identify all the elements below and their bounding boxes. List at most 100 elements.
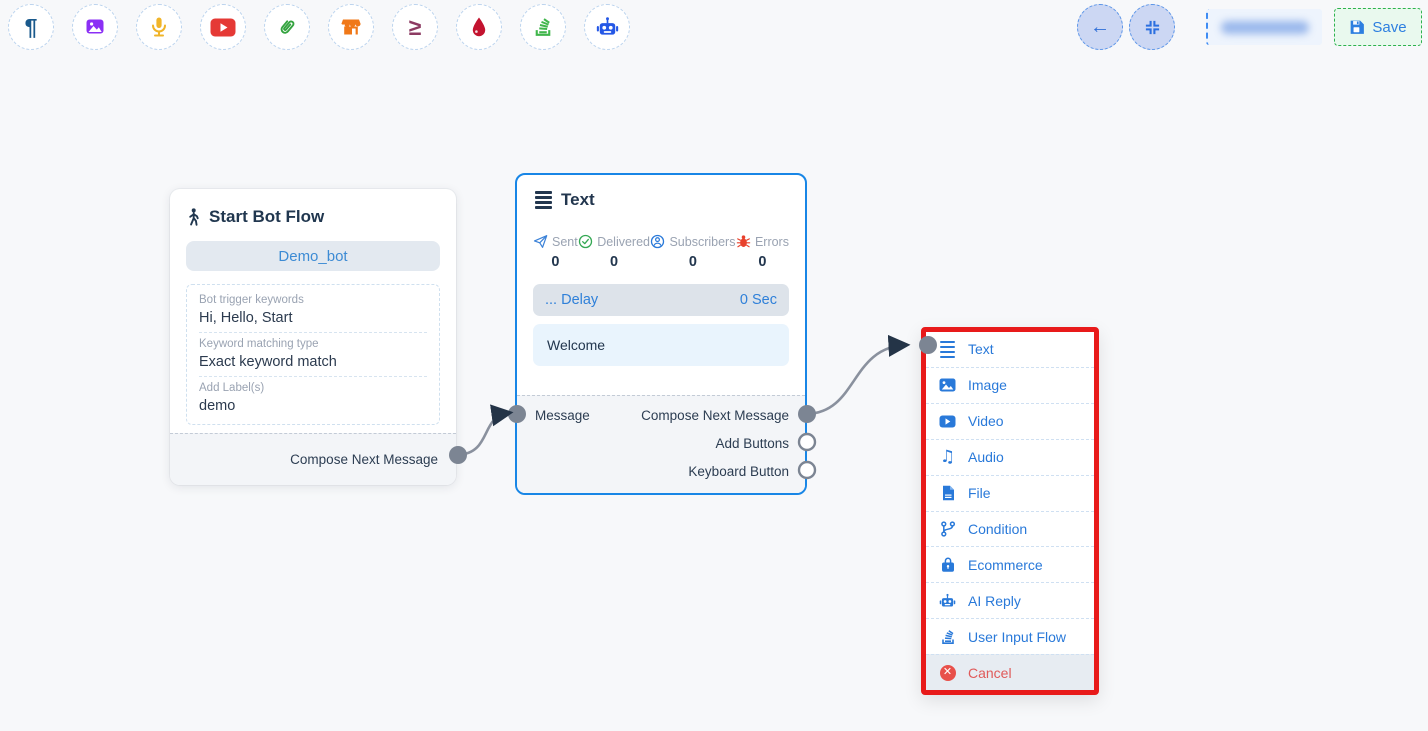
stat-value: 0 bbox=[736, 254, 789, 270]
field-label: Keyword matching type bbox=[199, 337, 427, 352]
compose-next-message-port[interactable] bbox=[798, 405, 816, 423]
menu-item-ai-reply[interactable]: AI Reply bbox=[926, 582, 1094, 618]
toolbar-image-button[interactable] bbox=[72, 4, 118, 50]
menu-item-label: Cancel bbox=[968, 665, 1012, 681]
field-value: Exact keyword match bbox=[199, 353, 427, 372]
menu-item-video[interactable]: Video bbox=[926, 403, 1094, 439]
message-input-label: Message bbox=[535, 408, 590, 423]
menu-item-user-input-flow[interactable]: User Input Flow bbox=[926, 618, 1094, 654]
menu-item-label: Image bbox=[968, 377, 1007, 393]
toolbar-user-input-flow-button[interactable] bbox=[520, 4, 566, 50]
walking-person-icon bbox=[186, 208, 201, 227]
start-node-fields[interactable]: Bot trigger keywords Hi, Hello, Start Ke… bbox=[186, 284, 440, 425]
start-node-output-port[interactable] bbox=[449, 446, 467, 464]
text-node[interactable]: Text Sent 0 Delivered 0 Subscribers 0 bbox=[515, 173, 807, 495]
delay-setting[interactable]: ... Delay 0 Sec bbox=[533, 284, 789, 316]
stat-sent: Sent 0 bbox=[533, 234, 578, 270]
keyboard-button-port[interactable] bbox=[799, 462, 815, 478]
menu-item-audio[interactable]: ♫ Audio bbox=[926, 439, 1094, 475]
menu-item-file[interactable]: File bbox=[926, 475, 1094, 511]
stat-delivered: Delivered 0 bbox=[578, 234, 650, 270]
paperclip-icon bbox=[276, 16, 298, 38]
toolbar-audio-button[interactable] bbox=[136, 4, 182, 50]
back-arrow-icon: ← bbox=[1090, 16, 1110, 39]
greater-equal-icon: ≥ bbox=[409, 16, 422, 39]
file-icon bbox=[941, 485, 955, 501]
undo-back-button[interactable]: ← bbox=[1077, 4, 1123, 50]
connector-start-to-text bbox=[458, 413, 508, 455]
message-input-port[interactable] bbox=[508, 405, 526, 423]
menu-connection-port[interactable] bbox=[919, 336, 937, 354]
stack-icon bbox=[533, 17, 553, 37]
bug-icon bbox=[736, 234, 751, 249]
toolbar-ai-reply-button[interactable] bbox=[584, 4, 630, 50]
video-icon bbox=[939, 415, 956, 428]
drop-icon bbox=[469, 16, 489, 38]
connector-text-to-menu bbox=[807, 345, 905, 414]
menu-item-label: Text bbox=[968, 341, 994, 357]
toolbar-condition-button[interactable]: ≥ bbox=[392, 4, 438, 50]
text-icon bbox=[940, 341, 955, 358]
user-input-flow-icon bbox=[940, 629, 956, 645]
fit-view-button[interactable] bbox=[1129, 4, 1175, 50]
add-buttons-port[interactable] bbox=[799, 434, 815, 450]
menu-item-image[interactable]: Image bbox=[926, 367, 1094, 403]
add-node-context-menu: Text Image Video ♫ Audio File Condition … bbox=[921, 327, 1099, 695]
audio-icon: ♫ bbox=[940, 449, 955, 466]
menu-item-label: Ecommerce bbox=[968, 557, 1043, 573]
pilcrow-icon: ¶ bbox=[25, 16, 38, 39]
menu-item-cancel[interactable]: ✕ Cancel bbox=[926, 654, 1094, 690]
stat-label: Sent bbox=[552, 235, 578, 249]
menu-item-label: AI Reply bbox=[968, 593, 1021, 609]
field-value: Hi, Hello, Start bbox=[199, 309, 427, 328]
menu-item-label: User Input Flow bbox=[968, 629, 1066, 645]
save-icon bbox=[1349, 19, 1365, 35]
start-node-title: Start Bot Flow bbox=[209, 207, 324, 227]
stat-label: Delivered bbox=[597, 235, 650, 249]
ai-reply-icon bbox=[939, 593, 956, 609]
stat-value: 0 bbox=[578, 254, 650, 270]
start-node-footer: Compose Next Message bbox=[170, 433, 456, 485]
delay-label: ... Delay bbox=[545, 292, 598, 308]
toolbar-video-button[interactable] bbox=[200, 4, 246, 50]
toolbar-drip-button[interactable] bbox=[456, 4, 502, 50]
field-label: Add Label(s) bbox=[199, 381, 427, 396]
menu-item-label: Audio bbox=[968, 449, 1004, 465]
image-icon bbox=[84, 16, 106, 38]
toolbar-text-button[interactable]: ¶ bbox=[8, 4, 54, 50]
field-trigger-keywords: Bot trigger keywords Hi, Hello, Start bbox=[199, 289, 427, 332]
menu-item-label: File bbox=[968, 485, 991, 501]
menu-item-text[interactable]: Text bbox=[926, 332, 1094, 367]
delay-value: 0 Sec bbox=[740, 292, 777, 308]
subscriber-icon bbox=[650, 234, 665, 249]
toolbar-ecommerce-button[interactable] bbox=[328, 4, 374, 50]
menu-item-label: Condition bbox=[968, 521, 1027, 537]
menu-item-ecommerce[interactable]: Ecommerce bbox=[926, 546, 1094, 582]
check-circle-icon bbox=[578, 234, 593, 249]
field-value: demo bbox=[199, 397, 427, 416]
save-button[interactable]: Save bbox=[1334, 8, 1422, 46]
condition-icon bbox=[940, 521, 956, 537]
ecommerce-icon bbox=[940, 557, 956, 573]
drag-handle-icon bbox=[535, 191, 552, 208]
text-node-header: Text bbox=[517, 175, 805, 210]
stat-subscribers: Subscribers 0 bbox=[650, 234, 735, 270]
stat-label: Subscribers bbox=[669, 235, 735, 249]
flow-name-input[interactable] bbox=[1206, 9, 1322, 45]
bot-name-button[interactable]: Demo_bot bbox=[186, 241, 440, 271]
output-add-buttons-label: Add Buttons bbox=[715, 436, 789, 451]
menu-item-condition[interactable]: Condition bbox=[926, 511, 1094, 547]
text-node-stats: Sent 0 Delivered 0 Subscribers 0 Errors … bbox=[517, 234, 805, 270]
compress-icon bbox=[1144, 19, 1161, 36]
stat-errors: Errors 0 bbox=[736, 234, 789, 270]
message-text-box[interactable]: Welcome bbox=[533, 324, 789, 366]
start-bot-flow-node[interactable]: Start Bot Flow Demo_bot Bot trigger keyw… bbox=[170, 189, 456, 485]
compose-next-message-output-label: Compose Next Message bbox=[290, 452, 438, 467]
stat-label: Errors bbox=[755, 235, 789, 249]
redacted-flow-name bbox=[1221, 21, 1309, 34]
paper-plane-icon bbox=[533, 234, 548, 249]
output-compose-next-message-label: Compose Next Message bbox=[641, 408, 789, 423]
field-add-labels: Add Label(s) demo bbox=[199, 376, 427, 420]
stat-value: 0 bbox=[533, 254, 578, 270]
toolbar-file-button[interactable] bbox=[264, 4, 310, 50]
